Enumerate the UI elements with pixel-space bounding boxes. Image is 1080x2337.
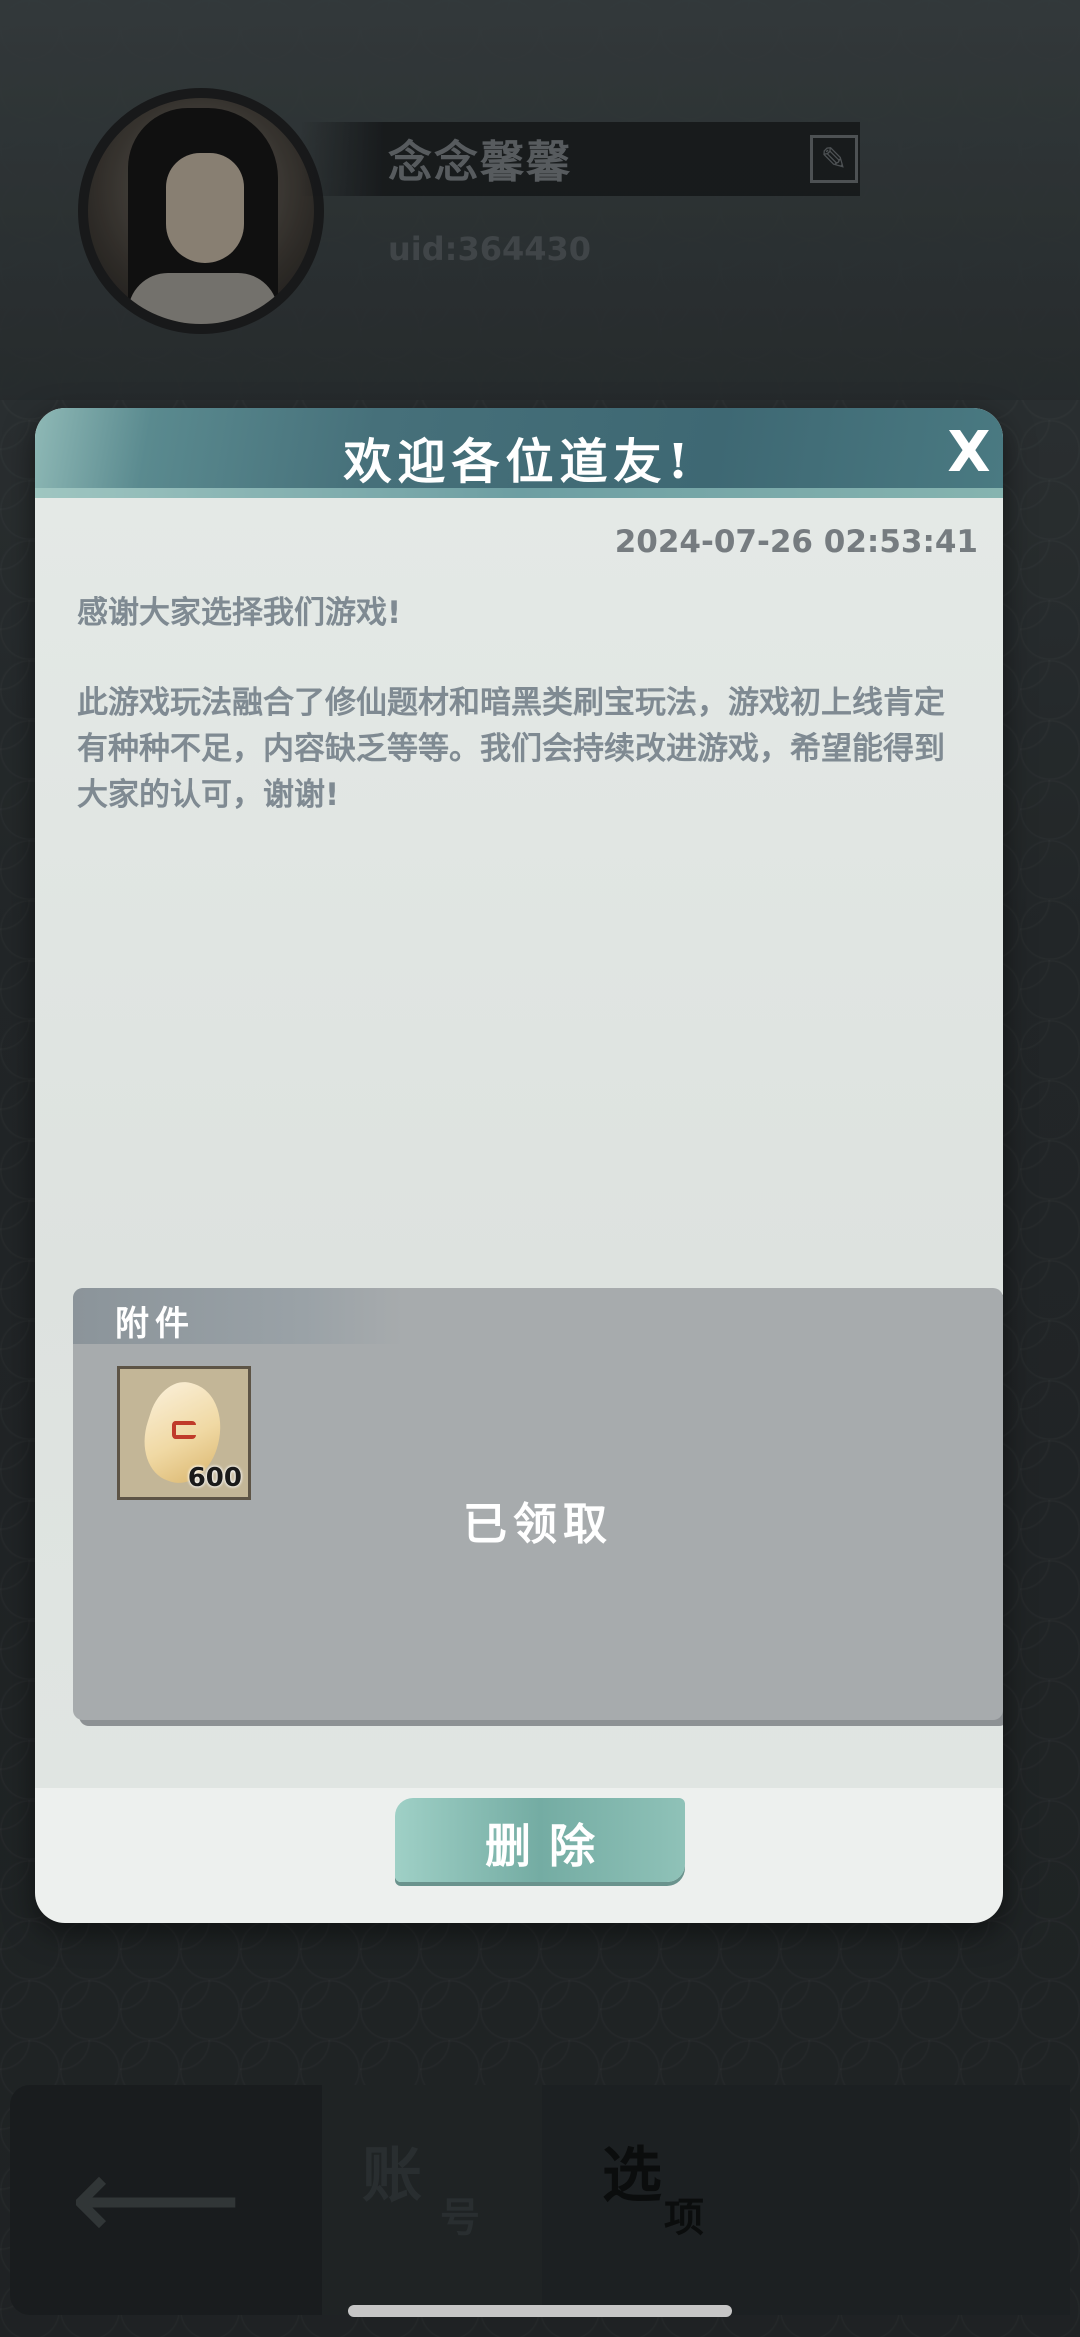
mail-paragraph: 感谢大家选择我们游戏!	[77, 595, 402, 631]
delete-button-label: 删除	[485, 1819, 613, 1873]
attachment-tab: 附件	[73, 1288, 403, 1344]
dialog-title: 欢迎各位道友!	[343, 434, 695, 490]
attachment-panel: 附件 600 已领取	[73, 1288, 1003, 1720]
delete-button[interactable]: 删除	[395, 1798, 685, 1882]
mail-content: 感谢大家选择我们游戏! 此游戏玩法融合了修仙题材和暗黑类刷宝玩法，游戏初上线肯定…	[77, 590, 967, 862]
mail-dialog: 欢迎各位道友! X 2024-07-26 02:53:41 感谢大家选择我们游戏…	[35, 408, 1003, 1923]
attachment-item[interactable]: 600	[117, 1366, 251, 1500]
mail-timestamp: 2024-07-26 02:53:41	[614, 524, 978, 560]
claimed-status: 已领取	[463, 1499, 613, 1550]
close-icon[interactable]: X	[937, 418, 1001, 488]
mail-paragraph: 此游戏玩法融合了修仙题材和暗黑类刷宝玩法，游戏初上线肯定有种种不足，内容缺乏等等…	[77, 685, 945, 813]
dialog-header: 欢迎各位道友! X	[35, 408, 1003, 498]
attachment-label: 附件	[115, 1304, 195, 1344]
